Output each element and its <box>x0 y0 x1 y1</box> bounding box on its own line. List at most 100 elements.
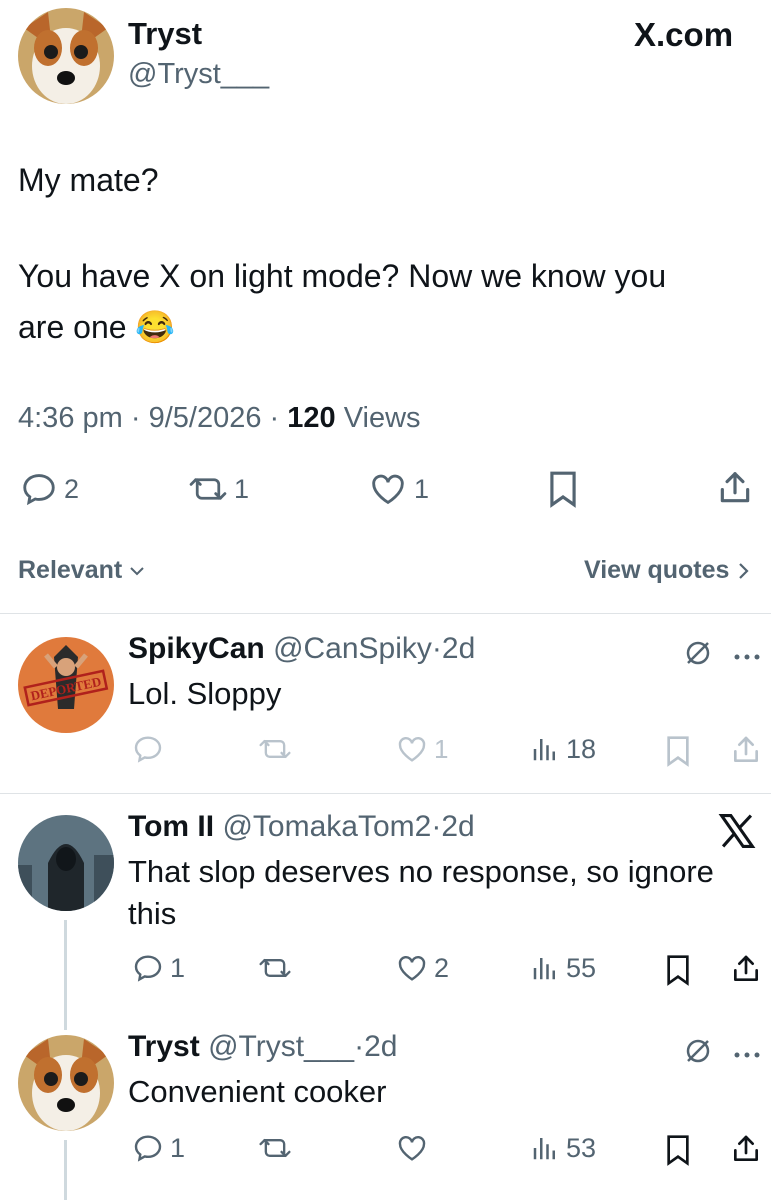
reply-count: 2 <box>64 473 80 504</box>
reply-icon <box>132 1132 164 1164</box>
reply-1-age: 2d <box>441 632 476 665</box>
laughing-emoji: 😂 <box>135 309 176 345</box>
reply-1-views-count: 18 <box>566 733 597 764</box>
divider <box>0 793 771 794</box>
author-handle[interactable]: @Tryst___ <box>128 58 269 91</box>
reply-1-handle[interactable]: @CanSpiky <box>273 632 432 665</box>
tweet-time: 4:36 pm <box>18 402 123 434</box>
reply-1-like-count: 1 <box>434 733 449 764</box>
reply-2-views[interactable]: 55 <box>530 952 596 984</box>
reply-2-x-logo-icon[interactable] <box>718 814 756 853</box>
reply-2-handle[interactable]: @TomakaTom2 <box>222 810 431 843</box>
chevron-right-icon <box>737 561 751 581</box>
reply-1-reply-button[interactable] <box>132 733 170 765</box>
reply-3-avatar[interactable] <box>18 1035 114 1131</box>
meta-separator-1: · <box>130 402 149 434</box>
reply-3-repost-button[interactable] <box>258 1132 298 1164</box>
reply-2-repost-button[interactable] <box>258 952 298 984</box>
bookmark-icon <box>664 1134 692 1166</box>
repost-button[interactable]: 1 <box>188 470 249 508</box>
reply-2-like-count: 2 <box>434 952 450 983</box>
reply-1-text: Lol. Sloppy <box>128 676 282 711</box>
reply-3-age: 2d <box>364 1030 398 1063</box>
author-avatar[interactable] <box>18 8 114 104</box>
reply-1-bookmark-button[interactable] <box>664 735 692 772</box>
reply-2-header: Tom II @TomakaTom2·2d <box>128 810 475 844</box>
meta-separator-2: · <box>269 402 288 434</box>
reply-3-dot: · <box>354 1030 365 1063</box>
reply-1-name[interactable]: SpikyCan <box>128 632 265 665</box>
reply-3-share-button[interactable] <box>730 1132 762 1171</box>
reply-icon <box>132 733 164 765</box>
reply-2-reply-count: 1 <box>170 952 186 983</box>
reply-3-text: Convenient cooker <box>128 1074 387 1109</box>
repost-count: 1 <box>234 473 250 504</box>
reply-3-handle[interactable]: @Tryst___ <box>208 1030 354 1063</box>
reply-1-like-button[interactable]: 1 <box>396 733 448 765</box>
views-icon <box>530 733 560 765</box>
like-count: 1 <box>414 473 430 504</box>
site-label: X.com <box>634 16 734 53</box>
reply-1-more-icon[interactable] <box>733 648 761 666</box>
reply-1-views[interactable]: 18 <box>530 733 596 765</box>
heart-icon <box>396 1132 428 1164</box>
tweet-meta: 4:36 pm · 9/5/2026 · 120 Views <box>18 402 421 435</box>
tweet-date: 9/5/2026 <box>148 402 262 434</box>
sort-dropdown[interactable]: Relevant <box>18 556 146 585</box>
reply-2-bookmark-button[interactable] <box>664 954 692 991</box>
reply-1-header: SpikyCan @CanSpiky·2d <box>128 632 475 666</box>
repost-icon <box>258 733 292 765</box>
thread-line <box>64 1140 67 1200</box>
reply-3-reply-button[interactable]: 1 <box>132 1132 185 1164</box>
reply-1-repost-button[interactable] <box>258 733 298 765</box>
reply-3-name[interactable]: Tryst <box>128 1030 200 1063</box>
share-icon <box>730 952 762 986</box>
views-icon <box>530 952 560 984</box>
reply-2-reply-button[interactable]: 1 <box>132 952 185 984</box>
sort-label: Relevant <box>18 556 123 584</box>
tweet-text-line-3-text: are one <box>18 309 127 345</box>
views-label: Views <box>343 402 421 434</box>
reply-1-avatar[interactable]: DEPORTED <box>18 637 114 733</box>
reply-3-more-icon[interactable] <box>733 1046 761 1064</box>
chevron-down-icon <box>128 562 146 580</box>
reply-2-avatar[interactable] <box>18 815 114 911</box>
divider <box>0 613 771 614</box>
view-quotes-link[interactable]: View quotes <box>584 556 751 585</box>
share-icon <box>716 468 754 508</box>
bookmark-icon <box>664 735 692 767</box>
heart-icon <box>368 470 408 508</box>
thread-line <box>64 920 67 1030</box>
reply-1-grok-icon[interactable] <box>683 638 713 673</box>
reply-2-name[interactable]: Tom II <box>128 810 214 843</box>
share-button[interactable] <box>716 468 754 513</box>
heart-icon <box>396 733 428 765</box>
reply-3-views[interactable]: 53 <box>530 1132 596 1164</box>
reply-1-share-button[interactable] <box>730 733 762 772</box>
author-name[interactable]: Tryst <box>128 16 202 52</box>
tweet-text-line-1: My mate? <box>18 162 159 198</box>
reply-1-dot: · <box>431 632 442 665</box>
views-count: 120 <box>287 402 336 434</box>
reply-3-grok-icon[interactable] <box>683 1036 713 1071</box>
bookmark-button[interactable] <box>546 470 580 513</box>
reply-icon <box>132 952 164 984</box>
reply-2-like-button[interactable]: 2 <box>396 952 449 984</box>
reply-3-header: Tryst @Tryst___·2d <box>128 1030 397 1064</box>
repost-icon <box>188 470 228 508</box>
reply-icon <box>20 470 58 508</box>
like-button[interactable]: 1 <box>368 470 429 508</box>
view-quotes-label: View quotes <box>584 556 730 584</box>
reply-3-like-button[interactable] <box>396 1132 434 1164</box>
share-icon <box>730 1132 762 1166</box>
reply-button[interactable]: 2 <box>20 470 79 508</box>
reply-3-views-count: 53 <box>566 1132 597 1163</box>
reply-3-bookmark-button[interactable] <box>664 1134 692 1171</box>
reply-2-dot: · <box>431 810 442 843</box>
reply-3-reply-count: 1 <box>170 1132 186 1163</box>
reply-2-text-line-1: That slop deserves no response, so ignor… <box>128 854 714 889</box>
reply-2-share-button[interactable] <box>730 952 762 991</box>
reply-2-views-count: 55 <box>566 952 597 983</box>
share-icon <box>730 733 762 767</box>
repost-icon <box>258 1132 292 1164</box>
